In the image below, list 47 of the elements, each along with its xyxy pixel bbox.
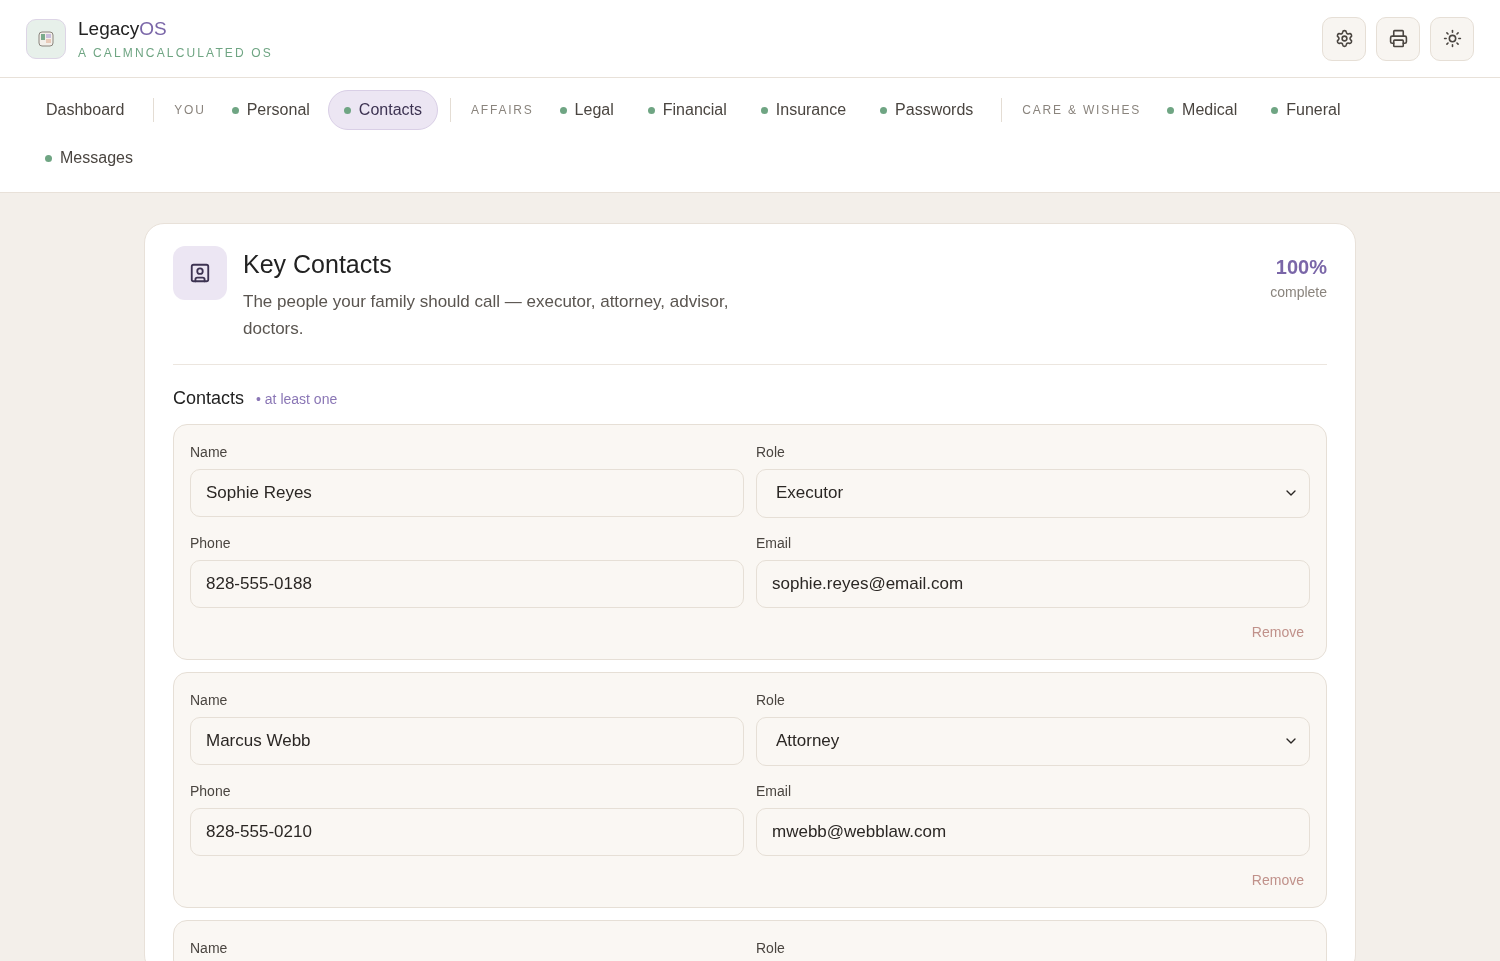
text-input[interactable]: mwebb@webblaw.com xyxy=(756,807,1310,856)
field-label: Phone xyxy=(190,781,232,800)
text-input[interactable]: 828-555-0188 xyxy=(190,559,744,608)
progress-label: complete xyxy=(1270,283,1327,302)
field-label: Role xyxy=(756,938,786,957)
text-input[interactable]: sophie.reyes@email.com xyxy=(756,559,1310,608)
contact-card-icon xyxy=(173,246,227,300)
settings-button[interactable] xyxy=(1322,16,1366,61)
settings-icon xyxy=(1334,29,1354,48)
field-label: Name xyxy=(190,690,229,709)
printer-icon xyxy=(1388,29,1408,48)
text-input[interactable]: Sophie Reyes xyxy=(190,468,744,517)
nav-tab[interactable]: Passwords xyxy=(864,90,990,130)
nav-tab[interactable]: Insurance xyxy=(744,90,863,130)
field-label: Role xyxy=(756,442,786,461)
app-tagline: A CALMNCALCULATED OS xyxy=(78,44,274,62)
role-select[interactable]: Attorney xyxy=(756,716,1310,766)
text-input[interactable]: 828-555-0210 xyxy=(190,807,744,856)
section-title: Contacts xyxy=(173,386,245,410)
app-name: LegacyOS xyxy=(78,17,168,42)
field-label: Phone xyxy=(190,533,232,552)
field-label: Name xyxy=(190,938,229,957)
print-button[interactable] xyxy=(1376,16,1420,61)
field-label: Email xyxy=(756,781,792,800)
nav-tab[interactable]: Medical xyxy=(1151,90,1254,130)
role-select[interactable]: Executor xyxy=(756,468,1310,518)
page-title: Key Contacts xyxy=(243,249,393,280)
progress-percent: 100% xyxy=(1275,255,1327,280)
sun-icon xyxy=(1442,29,1462,48)
theme-button[interactable] xyxy=(1430,16,1474,61)
nav-tab[interactable]: Funeral xyxy=(1255,90,1357,130)
nav-tab[interactable]: Contacts xyxy=(327,90,438,130)
nav-tab[interactable]: Financial xyxy=(631,90,743,130)
nav-group-label: YOU xyxy=(173,102,207,119)
nav-tab[interactable]: Messages xyxy=(29,138,149,178)
nav-tab[interactable]: Legal xyxy=(543,90,630,130)
nav-group-label: AFFAIRS xyxy=(470,102,535,119)
page-description: The people your family should call — executor, attorney, advisor, doctors. xyxy=(243,290,730,340)
field-label: Name xyxy=(190,442,229,461)
nav-link[interactable]: Dashboard xyxy=(29,90,142,130)
field-label: Role xyxy=(756,690,786,709)
nav-group-label: CARE & WISHES xyxy=(1021,102,1143,119)
nav-tab[interactable]: Personal xyxy=(215,90,326,130)
section-hint: • at least one xyxy=(256,389,338,409)
field-label: Email xyxy=(756,533,792,552)
logo-icon xyxy=(26,18,66,59)
text-input[interactable]: Marcus Webb xyxy=(190,716,744,765)
